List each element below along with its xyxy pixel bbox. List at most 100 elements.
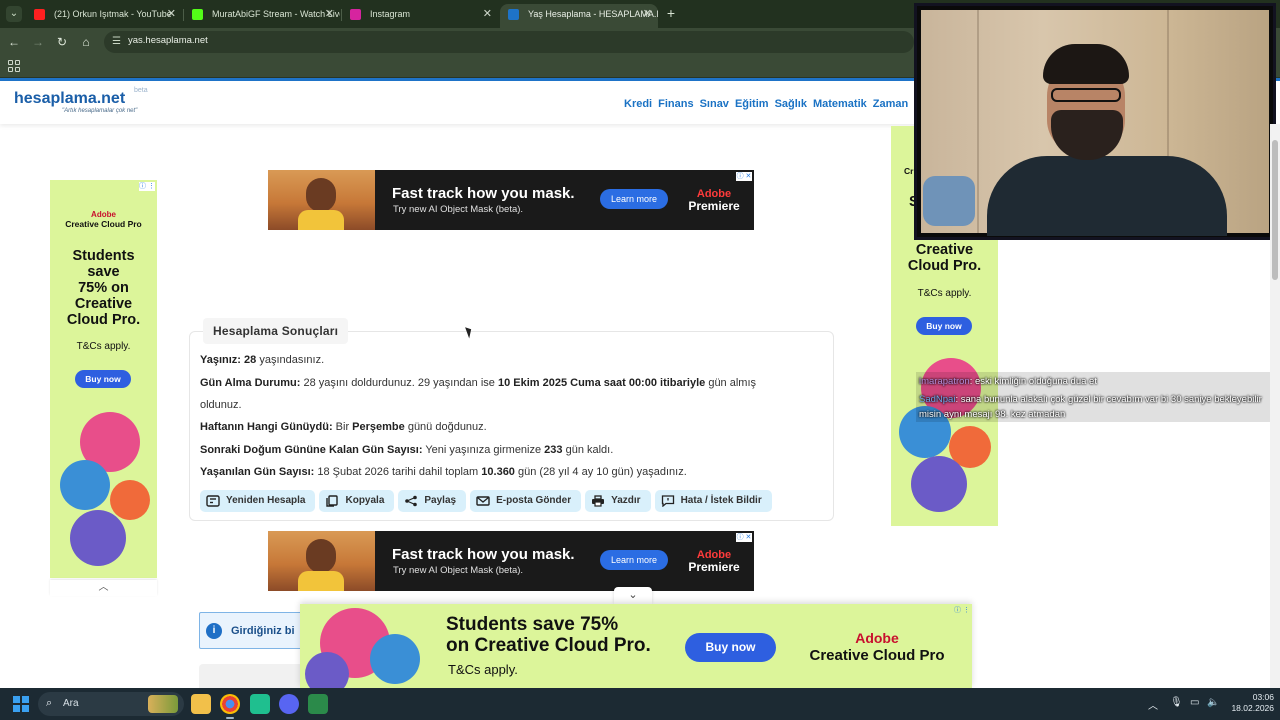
close-icon[interactable]: ✕ [483,4,492,24]
ad-brand-premiere: Premiere [688,199,740,213]
email-button[interactable]: E-posta Gönder [470,490,582,512]
site-info-icon[interactable]: ☰ [112,36,124,48]
chat-text: : sana bununla alakalı çok güzel bir cev… [919,394,1262,420]
nav-egitim[interactable]: Eğitim [735,98,769,110]
scrollbar-thumb[interactable] [1272,140,1278,280]
system-clock[interactable]: 03:06 18.02.2026 [1224,692,1274,714]
chrome-icon[interactable] [220,694,240,719]
tab-title: Instagram [370,9,411,19]
share-button[interactable]: Paylaş [398,490,467,512]
collapse-ad-chevron-up-icon[interactable]: ︿ [50,580,157,596]
microphone-icon[interactable]: 🎙 [1170,697,1183,708]
app-icon[interactable] [308,694,328,714]
tab-kick[interactable]: MuratAbiGF Stream - Watch Live ✕ [184,4,340,28]
result-text: gün almış [705,377,757,389]
printer-icon [592,495,605,507]
ad-learn-more-button[interactable]: Learn more [600,550,668,570]
ad-subline: Try new AI Object Mask (beta). [393,204,524,215]
result-age: Yaşınız: 28 yaşındasınız. [200,354,324,366]
bottom-banner-ad[interactable]: Fast track how you mask. Try new AI Obje… [268,531,754,591]
forward-icon[interactable]: → [30,34,46,50]
report-button[interactable]: Hata / İstek Bildir [654,490,772,512]
nav-finans[interactable]: Finans [658,98,693,110]
close-icon[interactable]: ✕ [167,4,176,24]
chat-message: lmarapatron: eski kimliğin olduğuna dua … [919,374,1269,389]
ad-buy-button[interactable]: Buy now [916,317,972,335]
nav-zaman[interactable]: Zaman [873,98,908,110]
youtube-icon [34,9,45,20]
search-placeholder: Ara [63,698,79,709]
nav-sinav[interactable]: Sınav [700,98,729,110]
logo-text: hesaplama.net [14,90,126,107]
result-text: Bir [332,421,353,433]
copy-button[interactable]: Kopyala [319,490,395,512]
result-text: 28 yaşını doldurdunuz. 29 yaşından ise [300,377,498,389]
taskbar-search[interactable]: ⌕ Ara [38,692,184,716]
clock-date: 18.02.2026 [1231,703,1274,713]
button-label: Kopyala [345,495,385,506]
result-birthday-status-wrap: oldunuz. [200,399,242,411]
result-label: Haftanın Hangi Günüydü: [200,421,333,433]
apps-icon[interactable] [8,60,20,72]
app-icon[interactable] [250,694,270,714]
tab-hesaplama[interactable]: Yaş Hesaplama - HESAPLAMA.NET ✕ [500,4,658,28]
sticky-bottom-ad[interactable]: Students save 75% on Creative Cloud Pro.… [300,604,972,688]
ad-product-name: Creative Cloud Pro [65,219,142,229]
calculator-icon [206,495,220,507]
chevron-down-icon[interactable]: ⌄ [614,587,652,604]
ad-buy-button[interactable]: Buy now [685,633,776,662]
ad-flower-art [305,652,349,688]
home-icon[interactable]: ⌂ [78,34,94,50]
back-icon[interactable]: ← [6,34,22,50]
top-banner-ad[interactable]: Fast track how you mask. Try new AI Obje… [268,170,754,230]
result-label: Gün Alma Durumu: [200,377,301,389]
ad-brand: Adobe Premiere [684,188,744,212]
close-icon[interactable]: ✕ [325,4,334,24]
page-scrollbar[interactable] [1270,124,1280,688]
close-icon[interactable]: ✕ [643,4,652,24]
windows-start-icon[interactable] [13,696,29,712]
adchoices-icon[interactable]: ⓘ ⋮ [139,182,155,191]
ad-product-name: Creative Cloud Pro [809,647,945,664]
nav-kredi[interactable]: Kredi [624,98,652,110]
chat-message: SadNpai: sana bununla alakalı çok güzel … [919,392,1269,422]
ad-line: Creative [74,296,133,312]
adchoices-icon[interactable]: ⓘ ⋮ [954,606,970,615]
print-button[interactable]: Yazdır [585,490,651,512]
address-bar[interactable]: ☰ yas.hesaplama.net [104,31,914,53]
ad-flower-art [70,510,126,566]
file-explorer-icon[interactable] [191,694,211,714]
ad-buy-button[interactable]: Buy now [75,370,131,388]
ad-line: Cloud Pro. [907,258,982,274]
ad-line: save [87,264,120,280]
tab-title: Yaş Hesaplama - HESAPLAMA.NET [528,9,658,19]
adchoices-icon[interactable]: ⓘ ✕ [736,533,752,542]
result-text: günü doğdunuz. [404,421,487,433]
tab-search-button[interactable]: ⌄ [6,6,22,22]
new-tab-button[interactable]: + [664,4,678,22]
webcam-door-line [977,10,979,233]
tray-expand-icon[interactable]: ︿ [1148,697,1158,712]
tab-instagram[interactable]: Instagram ✕ [342,4,498,28]
volume-icon[interactable]: 🔈 [1207,697,1219,708]
nav-matematik[interactable]: Matematik [813,98,867,110]
search-highlight-image [148,695,178,713]
clock-time: 03:06 [1252,692,1274,702]
site-logo[interactable]: hesaplama.net beta [14,87,148,108]
ad-subline: Try new AI Object Mask (beta). [393,565,524,576]
nav-saglik[interactable]: Sağlık [775,98,807,110]
recalculate-button[interactable]: Yeniden Hesapla [200,490,316,512]
button-label: Yazdır [611,495,641,506]
result-label: Yaşınız: [200,354,241,366]
reload-icon[interactable]: ↻ [54,34,70,50]
tab-youtube[interactable]: (21) Orkun Işıtmak - YouTube ✕ [26,4,182,28]
info-icon: i [206,623,222,639]
ad-learn-more-button[interactable]: Learn more [600,189,668,209]
adchoices-icon[interactable]: ⓘ ✕ [736,172,752,181]
network-icon[interactable]: ▭ [1190,697,1199,708]
left-side-ad[interactable]: ⓘ ⋮ Adobe Creative Cloud Pro Students sa… [50,180,157,578]
result-days-lived: Yaşanılan Gün Sayısı: 18 Şubat 2026 tari… [200,466,687,478]
discord-icon[interactable] [279,694,299,714]
ad-brand: Adobe Premiere [684,549,744,573]
result-text: yaşındasınız. [256,354,325,366]
